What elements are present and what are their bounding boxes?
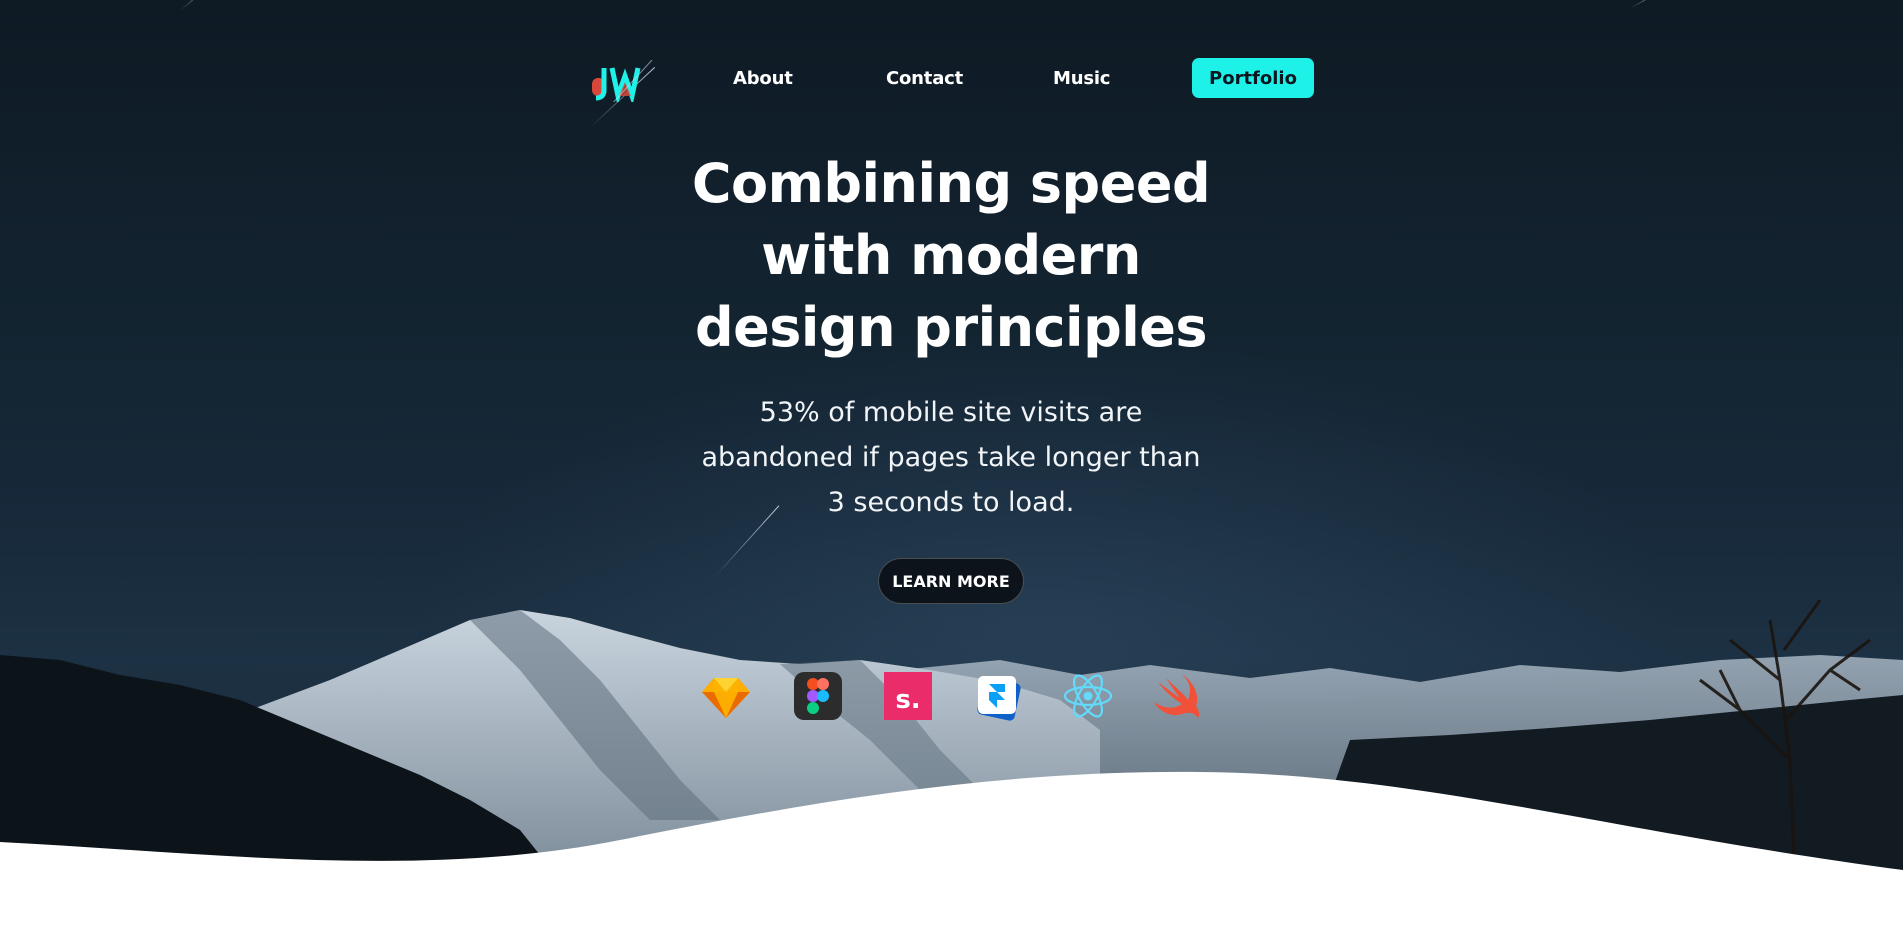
jw-logo-icon <box>587 59 653 131</box>
hero-subtext: 53% of mobile site visits are abandoned … <box>676 390 1226 525</box>
nav-link-contact[interactable]: Contact <box>886 68 963 89</box>
figma-icon <box>792 670 844 722</box>
headline-line: design principles <box>694 296 1208 359</box>
framer-icon <box>972 670 1024 722</box>
react-icon <box>1062 670 1114 722</box>
nav-link-about[interactable]: About <box>733 68 793 89</box>
slides-s-icon: s. <box>882 670 934 722</box>
learn-more-button[interactable]: LEARN MORE <box>878 558 1024 604</box>
hero-headline: Combining speed with modern design princ… <box>651 148 1251 364</box>
wave-divider <box>0 771 1903 937</box>
nav-link-music[interactable]: Music <box>1053 68 1110 89</box>
slides-s-label: s. <box>895 685 920 715</box>
portfolio-button[interactable]: Portfolio <box>1192 58 1314 98</box>
subtext-line: 3 seconds to load. <box>827 487 1075 518</box>
swift-icon <box>1152 670 1204 722</box>
subtext-line: 53% of mobile site visits are <box>759 397 1143 428</box>
subtext-line: abandoned if pages take longer than <box>701 442 1201 473</box>
headline-line: Combining speed <box>691 152 1211 215</box>
sketch-icon <box>700 670 752 722</box>
headline-line: with modern <box>761 224 1141 287</box>
jw-logo[interactable] <box>587 59 654 131</box>
tool-icons-row: s. <box>700 670 1206 722</box>
hero-section: About Contact Music Portfolio Combining … <box>0 0 1903 937</box>
top-nav: About Contact Music Portfolio <box>587 56 1316 131</box>
